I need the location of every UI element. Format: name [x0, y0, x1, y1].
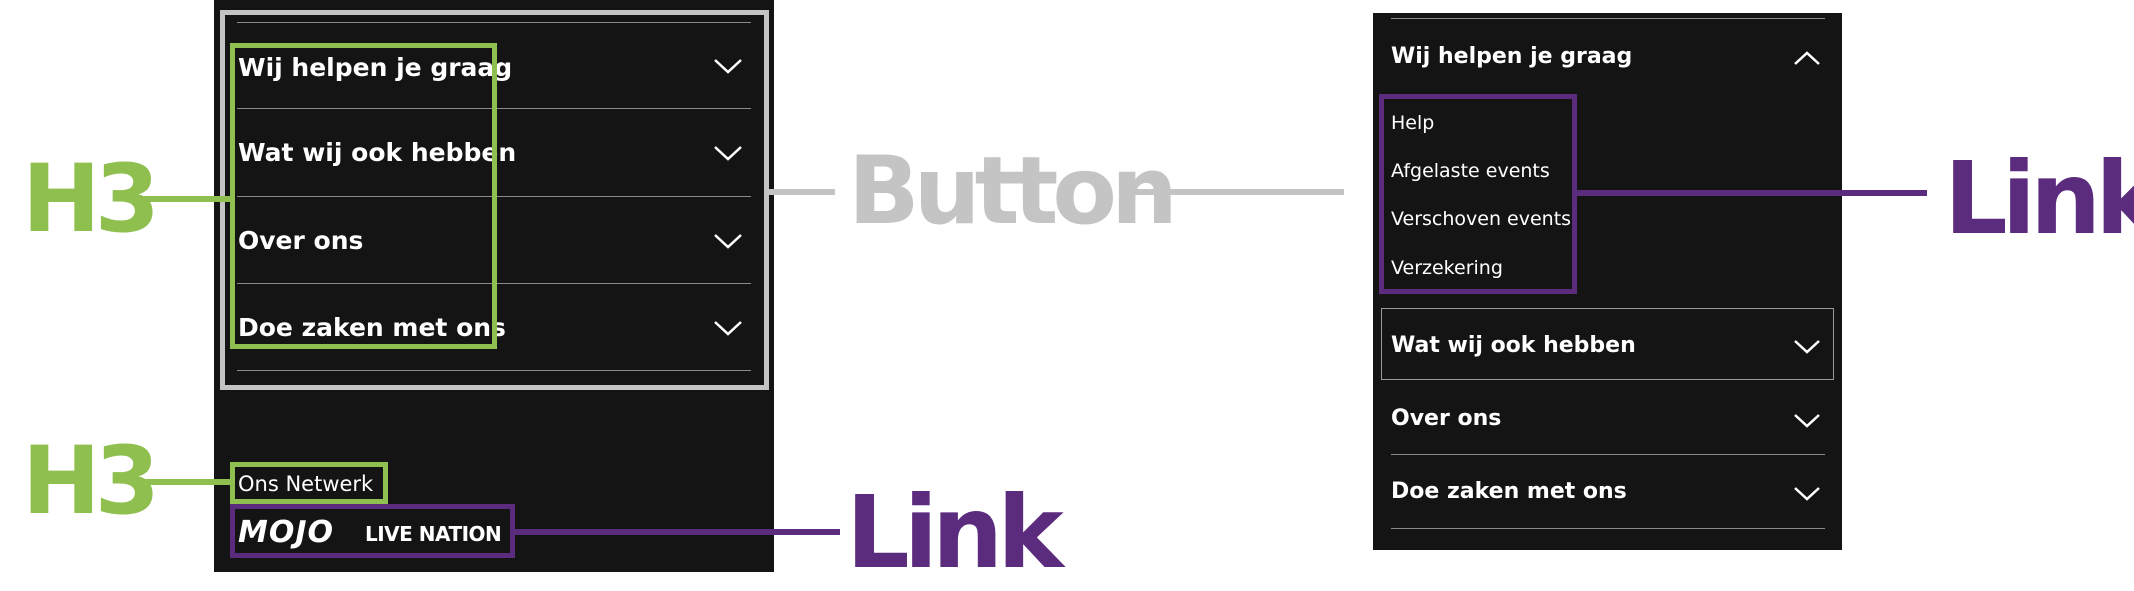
link-annotation-label: Link	[846, 474, 1064, 591]
link-annotation-connector	[1577, 190, 1927, 196]
link-annotation-box	[230, 504, 515, 558]
divider	[1391, 528, 1825, 529]
accordion-heading: Doe zaken met ons	[1391, 479, 1627, 504]
chevron-down-icon	[1793, 339, 1821, 355]
button-annotation-connector	[769, 189, 835, 195]
h3-annotation-box	[230, 462, 388, 504]
h3-annotation-box	[230, 43, 497, 349]
accordion-heading: Wat wij ook hebben	[1391, 333, 1636, 358]
link-annotation-label: Link	[1944, 140, 2134, 257]
chevron-down-icon	[1793, 486, 1821, 502]
divider	[1391, 454, 1825, 455]
h3-annotation-label: H3	[22, 145, 160, 254]
chevron-down-icon	[1793, 413, 1821, 429]
h3-annotation-label: H3	[22, 427, 160, 536]
divider	[1391, 18, 1825, 19]
chevron-up-icon	[1793, 50, 1821, 66]
link-annotation-connector	[515, 529, 840, 535]
link-annotation-box	[1379, 94, 1577, 294]
accordion-heading: Over ons	[1391, 406, 1502, 431]
accordion-heading: Wij helpen je graag	[1391, 44, 1633, 69]
button-annotation-label: Button	[848, 137, 1178, 246]
